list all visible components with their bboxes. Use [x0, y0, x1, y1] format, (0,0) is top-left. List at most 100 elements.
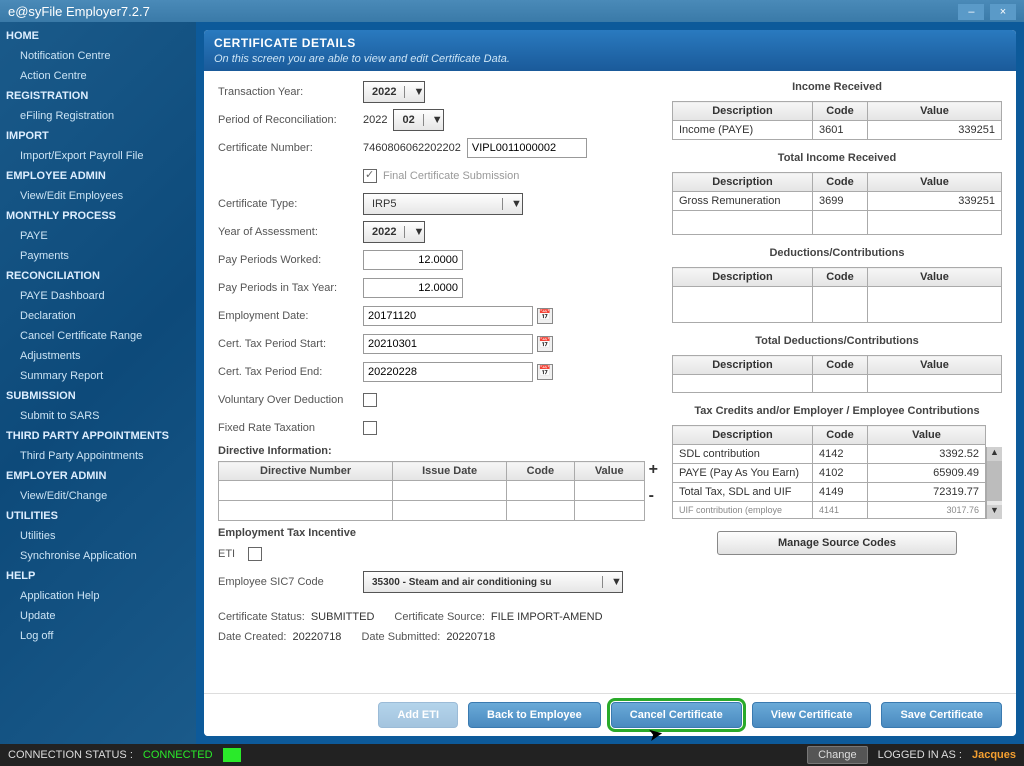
income-received-table: DescriptionCodeValueIncome (PAYE)3601339…	[672, 101, 1002, 140]
close-button[interactable]: ×	[990, 4, 1016, 20]
vod-checkbox[interactable]	[363, 393, 377, 407]
calendar-icon[interactable]: 📅	[537, 308, 553, 324]
tp-end-input[interactable]	[363, 362, 533, 382]
assess-year-label: Year of Assessment:	[218, 226, 363, 238]
logged-in-user: Jacques	[972, 749, 1016, 761]
sidebar-heading: SUBMISSION	[0, 386, 196, 406]
sidebar-item[interactable]: View/Edit/Change	[0, 486, 196, 506]
sidebar-item[interactable]: Application Help	[0, 586, 196, 606]
date-created-value: 20220718	[292, 631, 341, 643]
sidebar-item[interactable]: Notification Centre	[0, 46, 196, 66]
sidebar: HOMENotification CentreAction CentreREGI…	[0, 22, 196, 744]
view-certificate-button[interactable]: View Certificate	[752, 702, 872, 728]
sidebar-item[interactable]: View/Edit Employees	[0, 186, 196, 206]
panel-subtitle: On this screen you are able to view and …	[214, 53, 1006, 65]
recon-period-select[interactable]: 02▼	[393, 109, 443, 131]
tax-credits-scrollbar[interactable]: ▲ ▼	[986, 447, 1002, 519]
calendar-icon[interactable]: 📅	[537, 364, 553, 380]
frt-label: Fixed Rate Taxation	[218, 422, 363, 434]
ppw-label: Pay Periods Worked:	[218, 254, 363, 266]
tax-credits-table: DescriptionCodeValueSDL contribution4142…	[672, 425, 986, 519]
remove-directive-button[interactable]: -	[649, 487, 658, 505]
total-income-table: DescriptionCodeValueGross Remuneration36…	[672, 172, 1002, 235]
trans-year-select[interactable]: 2022▼	[363, 81, 425, 103]
sidebar-heading: HOME	[0, 26, 196, 46]
sic7-select[interactable]: 35300 - Steam and air conditioning su▼	[363, 571, 623, 593]
final-sub-checkbox[interactable]	[363, 169, 377, 183]
scroll-up-icon[interactable]: ▲	[987, 447, 1002, 461]
save-certificate-button[interactable]: Save Certificate	[881, 702, 1002, 728]
deductions-table: DescriptionCodeValue	[672, 267, 1002, 323]
total-deductions-title: Total Deductions/Contributions	[672, 335, 1002, 347]
window-controls: – ×	[956, 3, 1016, 20]
sidebar-item[interactable]: PAYE Dashboard	[0, 286, 196, 306]
change-button[interactable]: Change	[807, 746, 868, 764]
manage-source-codes-button[interactable]: Manage Source Codes	[717, 531, 957, 555]
ppty-input[interactable]	[363, 278, 463, 298]
chevron-down-icon[interactable]: ▼	[423, 114, 443, 126]
frt-checkbox[interactable]	[363, 421, 377, 435]
sidebar-heading: IMPORT	[0, 126, 196, 146]
total-deductions-table: DescriptionCodeValue	[672, 355, 1002, 393]
sidebar-item[interactable]: Log off	[0, 626, 196, 646]
conn-status-label: CONNECTION STATUS :	[8, 749, 133, 761]
eti-checkbox[interactable]	[248, 547, 262, 561]
sidebar-item[interactable]: Payments	[0, 246, 196, 266]
sidebar-heading: MONTHLY PROCESS	[0, 206, 196, 226]
tp-start-input[interactable]	[363, 334, 533, 354]
panel-header: CERTIFICATE DETAILS On this screen you a…	[204, 30, 1016, 71]
back-to-employee-button[interactable]: Back to Employee	[468, 702, 601, 728]
sidebar-item[interactable]: Submit to SARS	[0, 406, 196, 426]
minimize-button[interactable]: –	[958, 4, 984, 20]
emp-date-label: Employment Date:	[218, 310, 363, 322]
ppty-label: Pay Periods in Tax Year:	[218, 282, 363, 294]
sidebar-item[interactable]: Import/Export Payroll File	[0, 146, 196, 166]
scroll-thumb[interactable]	[987, 461, 1002, 501]
ppw-input[interactable]	[363, 250, 463, 270]
sidebar-heading: REGISTRATION	[0, 86, 196, 106]
date-created-label: Date Created:	[218, 631, 286, 643]
sidebar-item[interactable]: PAYE	[0, 226, 196, 246]
sidebar-item[interactable]: Declaration	[0, 306, 196, 326]
cert-source-value: FILE IMPORT-AMEND	[491, 611, 603, 623]
conn-indicator-icon	[223, 748, 241, 762]
total-income-title: Total Income Received	[672, 152, 1002, 164]
tp-end-label: Cert. Tax Period End:	[218, 366, 363, 378]
sidebar-item[interactable]: Third Party Appointments	[0, 446, 196, 466]
tax-credits-title: Tax Credits and/or Employer / Employee C…	[672, 405, 1002, 417]
vod-label: Voluntary Over Deduction	[218, 394, 363, 406]
sidebar-item[interactable]: Adjustments	[0, 346, 196, 366]
sidebar-item[interactable]: Summary Report	[0, 366, 196, 386]
sidebar-item[interactable]: Update	[0, 606, 196, 626]
sidebar-item[interactable]: Synchronise Application	[0, 546, 196, 566]
scroll-down-icon[interactable]: ▼	[987, 505, 1002, 519]
add-eti-button: Add ETI	[378, 702, 458, 728]
calendar-icon[interactable]: 📅	[537, 336, 553, 352]
chevron-down-icon[interactable]: ▼	[404, 86, 424, 98]
add-directive-button[interactable]: +	[649, 461, 658, 479]
sidebar-item[interactable]: Utilities	[0, 526, 196, 546]
trans-year-label: Transaction Year:	[218, 86, 363, 98]
eti-section-label: Employment Tax Incentive	[218, 527, 658, 539]
final-sub-label: Final Certificate Submission	[383, 170, 519, 182]
chevron-down-icon[interactable]: ▼	[602, 576, 622, 588]
sidebar-item[interactable]: Cancel Certificate Range	[0, 326, 196, 346]
left-column: Transaction Year: 2022▼ Period of Reconc…	[218, 81, 658, 683]
right-column: Income Received DescriptionCodeValueInco…	[672, 81, 1002, 683]
eti-label: ETI	[218, 548, 248, 560]
emp-date-input[interactable]	[363, 306, 533, 326]
cert-num-label: Certificate Number:	[218, 142, 363, 154]
deductions-title: Deductions/Contributions	[672, 247, 1002, 259]
cert-status-value: SUBMITTED	[311, 611, 375, 623]
chevron-down-icon[interactable]: ▼	[502, 198, 522, 210]
sidebar-item[interactable]: Action Centre	[0, 66, 196, 86]
cancel-certificate-button[interactable]: Cancel Certificate	[611, 702, 742, 728]
cert-num-input[interactable]	[467, 138, 587, 158]
sidebar-heading: RECONCILIATION	[0, 266, 196, 286]
sidebar-heading: EMPLOYER ADMIN	[0, 466, 196, 486]
assess-year-select[interactable]: 2022▼	[363, 221, 425, 243]
cert-type-select[interactable]: IRP5▼	[363, 193, 523, 215]
chevron-down-icon[interactable]: ▼	[404, 226, 424, 238]
directive-section-label: Directive Information:	[218, 445, 658, 457]
sidebar-item[interactable]: eFiling Registration	[0, 106, 196, 126]
